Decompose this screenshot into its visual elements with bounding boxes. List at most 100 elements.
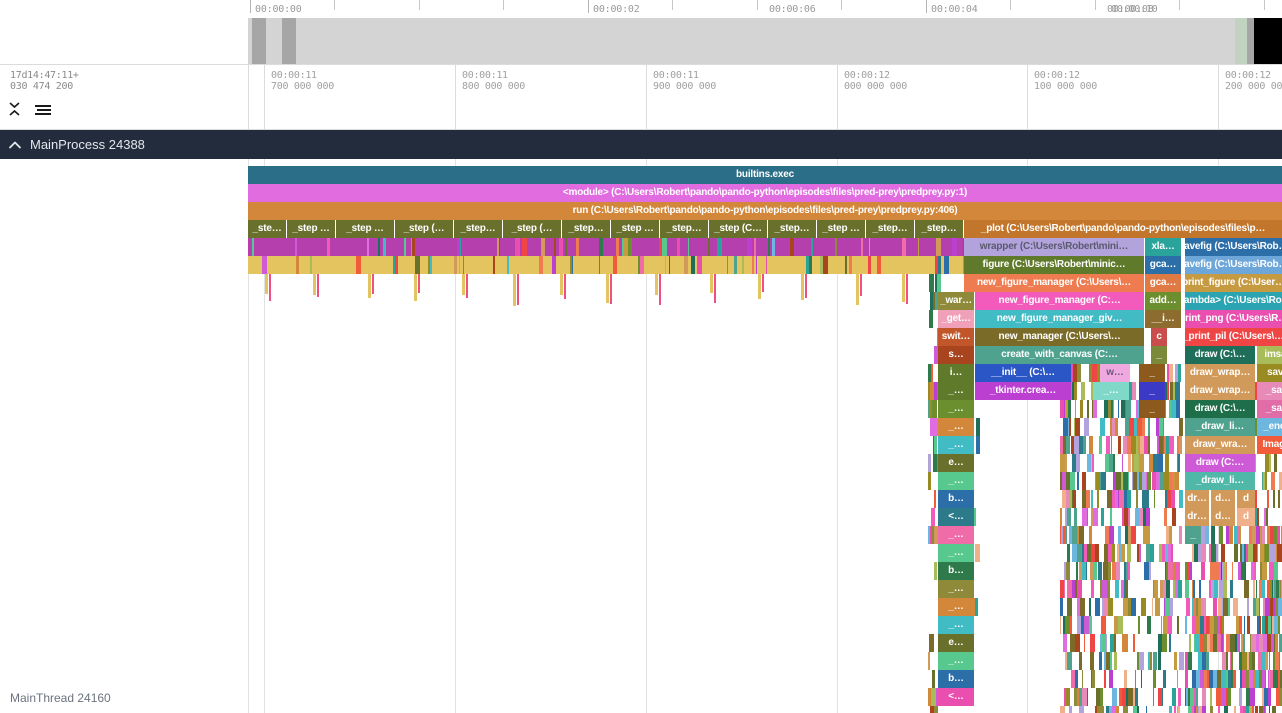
flame-box[interactable]: _: [1139, 382, 1165, 400]
flame-box[interactable]: savefig (C:\Users\Rob…: [1185, 238, 1282, 256]
flame-box[interactable]: _: [1185, 526, 1201, 544]
flame-box[interactable]: _step…: [915, 220, 963, 238]
flame-box[interactable]: i…: [938, 364, 974, 382]
flame-box[interactable]: _step (…: [395, 220, 453, 238]
flame-sliver[interactable]: [1178, 706, 1180, 713]
flame-box[interactable]: _…: [938, 598, 974, 616]
flame-box[interactable]: new_figure_manager (C:\Users\…: [964, 274, 1144, 292]
flame-sliver[interactable]: [1060, 706, 1065, 713]
flame-box[interactable]: _ste…: [248, 220, 286, 238]
flame-box[interactable]: <lambda> (C:\Users\Ro…: [1185, 292, 1282, 310]
flame-sliver[interactable]: [1100, 706, 1104, 713]
tracks-area[interactable]: builtins.exec<module> (C:\Users\Robert\p…: [0, 159, 1282, 713]
flame-box[interactable]: _…: [938, 382, 974, 400]
flame-sliver[interactable]: [1255, 706, 1258, 713]
flame-box[interactable]: _draw_li…: [1185, 418, 1255, 436]
overview-handle-right[interactable]: [1247, 18, 1254, 64]
flame-box[interactable]: save (C:\…: [1257, 364, 1282, 382]
flame-box[interactable]: _: [1151, 346, 1167, 364]
flame-box[interactable]: dr…: [1185, 490, 1209, 508]
flame-box[interactable]: _…: [938, 652, 974, 670]
overview-track[interactable]: [248, 18, 1282, 64]
flame-sliver[interactable]: [1234, 706, 1236, 713]
flame-box[interactable]: b…: [938, 562, 974, 580]
flame-box[interactable]: savefig (C:\Users\Rob…: [1185, 256, 1282, 274]
flame-sliver[interactable]: [1269, 706, 1270, 713]
flame-box[interactable]: _draw_li…: [1185, 472, 1255, 490]
flame-box[interactable]: run (C:\Users\Robert\pando\pando-python\…: [248, 202, 1282, 220]
flame-box[interactable]: _encode_t…: [1257, 418, 1282, 436]
flame-box[interactable]: _get…: [938, 310, 974, 328]
flame-box[interactable]: gca…: [1145, 274, 1181, 292]
flame-box[interactable]: draw (C:…: [1185, 454, 1255, 472]
flame-box[interactable]: ImagingEn…: [1257, 436, 1282, 454]
flame-box[interactable]: _step (…: [503, 220, 561, 238]
flame-box[interactable]: gca…: [1145, 256, 1181, 274]
flame-box[interactable]: _step…: [866, 220, 914, 238]
flame-box[interactable]: draw_wrap…: [1185, 364, 1255, 382]
flame-box[interactable]: _…: [938, 436, 974, 454]
flame-box[interactable]: _step (C…: [709, 220, 767, 238]
flame-graph[interactable]: builtins.exec<module> (C:\Users\Robert\p…: [248, 159, 1282, 713]
flame-box[interactable]: _…: [1093, 382, 1129, 400]
flame-sliver[interactable]: [1169, 706, 1172, 713]
flame-box[interactable]: xla…: [1145, 238, 1181, 256]
flame-box[interactable]: _…: [938, 526, 974, 544]
flame-box[interactable]: add…: [1145, 292, 1181, 310]
flame-sliver[interactable]: [1146, 706, 1147, 713]
flame-sliver[interactable]: [1202, 706, 1206, 713]
flame-box[interactable]: _step …: [611, 220, 659, 238]
flame-sliver[interactable]: [1069, 706, 1072, 713]
flame-box[interactable]: _step…: [660, 220, 708, 238]
list-lines-icon[interactable]: [34, 100, 52, 118]
flame-box[interactable]: imsave (C…: [1257, 346, 1282, 364]
flame-sliver[interactable]: [1264, 706, 1265, 713]
flame-sliver[interactable]: [1174, 706, 1176, 713]
chevron-up-icon[interactable]: [8, 138, 22, 152]
flame-box[interactable]: figure (C:\Users\Robert\minic…: [964, 256, 1144, 274]
flame-box[interactable]: _…: [938, 544, 974, 562]
flame-box[interactable]: _…: [938, 418, 974, 436]
flame-sliver[interactable]: [1116, 706, 1119, 713]
flame-sliver[interactable]: [1272, 706, 1276, 713]
overview-selection[interactable]: [248, 18, 1248, 64]
flame-box[interactable]: d: [1237, 508, 1255, 526]
flame-box[interactable]: e…: [938, 454, 974, 472]
flame-box[interactable]: new_figure_manager (C:…: [975, 292, 1144, 310]
overview-strip[interactable]: [0, 18, 1282, 64]
flame-sliver[interactable]: [1218, 706, 1220, 713]
flame-box[interactable]: print_png (C:\Users\R…: [1185, 310, 1282, 328]
flame-box[interactable]: _step …: [336, 220, 394, 238]
flame-box[interactable]: w…: [1100, 364, 1130, 382]
flame-box[interactable]: d…: [1211, 490, 1235, 508]
flame-box[interactable]: new_manager (C:\Users\…: [975, 328, 1144, 346]
process-header[interactable]: MainProcess 24388: [0, 130, 1282, 159]
time-ruler[interactable]: 00:00:0000:00:0200:00:0400:00:0600:00:08…: [0, 0, 1282, 18]
overview-handle[interactable]: [252, 18, 266, 64]
flame-box[interactable]: _…: [938, 400, 974, 418]
flame-box[interactable]: <…: [938, 688, 974, 706]
flame-sliver[interactable]: [1252, 706, 1254, 713]
flame-box[interactable]: <module> (C:\Users\Robert\pando\pando-py…: [248, 184, 1282, 202]
flame-box[interactable]: e…: [938, 634, 974, 652]
flame-box[interactable]: c: [1151, 328, 1167, 346]
flame-box[interactable]: draw (C:\…: [1185, 346, 1255, 364]
flame-box[interactable]: <…: [938, 508, 974, 526]
overview-handle[interactable]: [282, 18, 296, 64]
flame-box[interactable]: _: [1139, 364, 1165, 382]
flame-box[interactable]: _: [1139, 400, 1165, 418]
flame-box[interactable]: draw_wrap…: [1185, 382, 1255, 400]
flame-box[interactable]: swit…: [938, 328, 974, 346]
flame-sliver[interactable]: [1224, 706, 1228, 713]
flame-box[interactable]: new_figure_manager_giv…: [975, 310, 1144, 328]
flame-box[interactable]: _step…: [562, 220, 610, 238]
flame-box[interactable]: _print_pil (C:\Users\…: [1185, 328, 1282, 346]
flame-box[interactable]: _…: [938, 580, 974, 598]
flame-box[interactable]: _save (C:…: [1257, 400, 1282, 418]
flame-box[interactable]: _tkinter.crea…: [975, 382, 1071, 400]
flame-box[interactable]: print_figure (C:\User…: [1185, 274, 1282, 292]
flame-box[interactable]: b…: [938, 670, 974, 688]
flame-sliver[interactable]: [1137, 706, 1139, 713]
flame-box[interactable]: _…: [938, 616, 974, 634]
flame-box[interactable]: b…: [938, 490, 974, 508]
